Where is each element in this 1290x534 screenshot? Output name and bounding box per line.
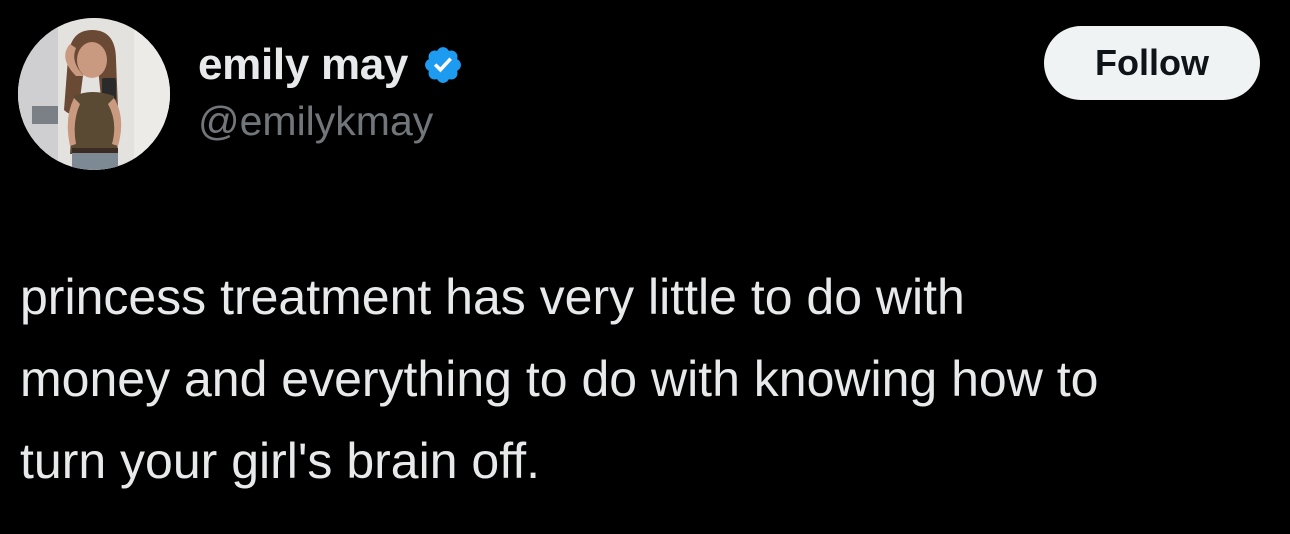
avatar-photo-icon xyxy=(18,18,170,170)
tweet-card: emily may @emilykmay Follow princess tre… xyxy=(0,0,1290,534)
avatar[interactable] xyxy=(18,18,170,170)
tweet-text: princess treatment has very little to do… xyxy=(20,269,1099,489)
follow-button[interactable]: Follow xyxy=(1044,26,1260,100)
author-display-name[interactable]: emily may xyxy=(198,40,408,90)
verified-badge-icon xyxy=(422,44,464,86)
author-name-row: emily may xyxy=(198,36,464,94)
author-handle[interactable]: @emilykmay xyxy=(198,98,433,145)
